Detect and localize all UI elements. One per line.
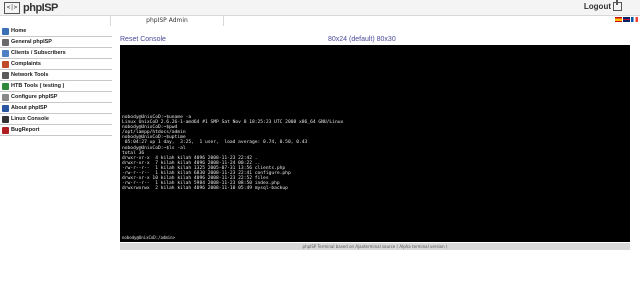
sidebar-item-general-phpisp[interactable]: General phpISP [0, 37, 112, 48]
sidebar-item-label: General phpISP [11, 39, 52, 45]
sidebar-item-label: About phpISP [11, 105, 48, 111]
sidebar-item-label: Home [11, 28, 27, 34]
language-flags [615, 17, 638, 22]
sidebar-item-htb-tools-testing[interactable]: HTB Tools ( testing ) [0, 81, 112, 92]
terminal-size-links[interactable]: 80x24 (default) 80x30 [328, 36, 396, 43]
logo-box-icon: <|> [4, 1, 20, 14]
terminal-prompt: nobody@UnixCoD:/admin> [122, 235, 175, 240]
sidebar-item-bugreport[interactable]: BugReport [0, 125, 112, 136]
sidebar-item-linux-console[interactable]: Linux Console [0, 114, 112, 125]
sidebar-item-label: Clients / Subscribers [11, 50, 66, 56]
sidebar-item-label: BugReport [11, 127, 40, 133]
sidebar-item-configure-phpisp[interactable]: Configure phpISP [0, 92, 112, 103]
reset-console-link[interactable]: Reset Console [120, 36, 166, 43]
configure-icon [2, 93, 9, 101]
sidebar: Home General phpISP Clients / Subscribers C… [0, 26, 112, 136]
terminal-prompt-input[interactable]: nobody@UnixCoD:/admin> [120, 234, 630, 242]
sidebar-item-network-tools[interactable]: Network Tools [0, 70, 112, 81]
sidebar-item-label: Configure phpISP [11, 94, 58, 100]
terminal-line: drwxrwxrwx 2 kilah kilah 4096 2008-11-10… [122, 186, 288, 192]
tab-phpisp-admin[interactable]: phpISP Admin [110, 15, 224, 26]
console-icon [2, 115, 9, 123]
bug-icon [2, 126, 9, 134]
sidebar-item-label: Network Tools [11, 72, 49, 78]
top-bar: <|> phpISP Logout [0, 0, 640, 16]
about-icon [2, 104, 9, 112]
logo-text: phpISP [23, 1, 58, 14]
sidebar-item-clients-subscribers[interactable]: Clients / Subscribers [0, 48, 112, 59]
console-header: Reset Console 80x24 (default) 80x30 [120, 36, 630, 45]
complaints-icon [2, 60, 9, 68]
linux-console-terminal[interactable]: nobody@UnixCoD:~$uname -a Linux UnixCoD 2… [120, 45, 630, 242]
logout-label: Logout [583, 2, 611, 11]
sidebar-item-complaints[interactable]: Complaints [0, 59, 112, 70]
clients-icon [2, 49, 9, 57]
sidebar-item-label: Complaints [11, 61, 41, 67]
htb-icon [2, 82, 9, 90]
flag-es-icon[interactable] [615, 17, 622, 22]
terminal-output: nobody@UnixCoD:~$uname -a Linux UnixCoD 2… [122, 115, 343, 191]
phpisp-logo[interactable]: <|> phpISP [4, 1, 58, 14]
flag-uk-icon[interactable] [623, 17, 630, 22]
network-icon [2, 71, 9, 79]
logout-button[interactable]: Logout [583, 0, 622, 11]
sidebar-item-about-phpisp[interactable]: About phpISP [0, 103, 112, 114]
sidebar-item-label: Linux Console [11, 116, 49, 122]
sidebar-item-home[interactable]: Home [0, 26, 112, 37]
sidebar-item-label: HTB Tools ( testing ) [11, 83, 65, 89]
home-icon [2, 27, 9, 35]
flag-fr-icon[interactable] [631, 17, 638, 22]
terminal-footer: phpISP Terminal based on Ajaxterminal so… [120, 243, 630, 250]
general-icon [2, 38, 9, 46]
power-icon [613, 0, 622, 11]
